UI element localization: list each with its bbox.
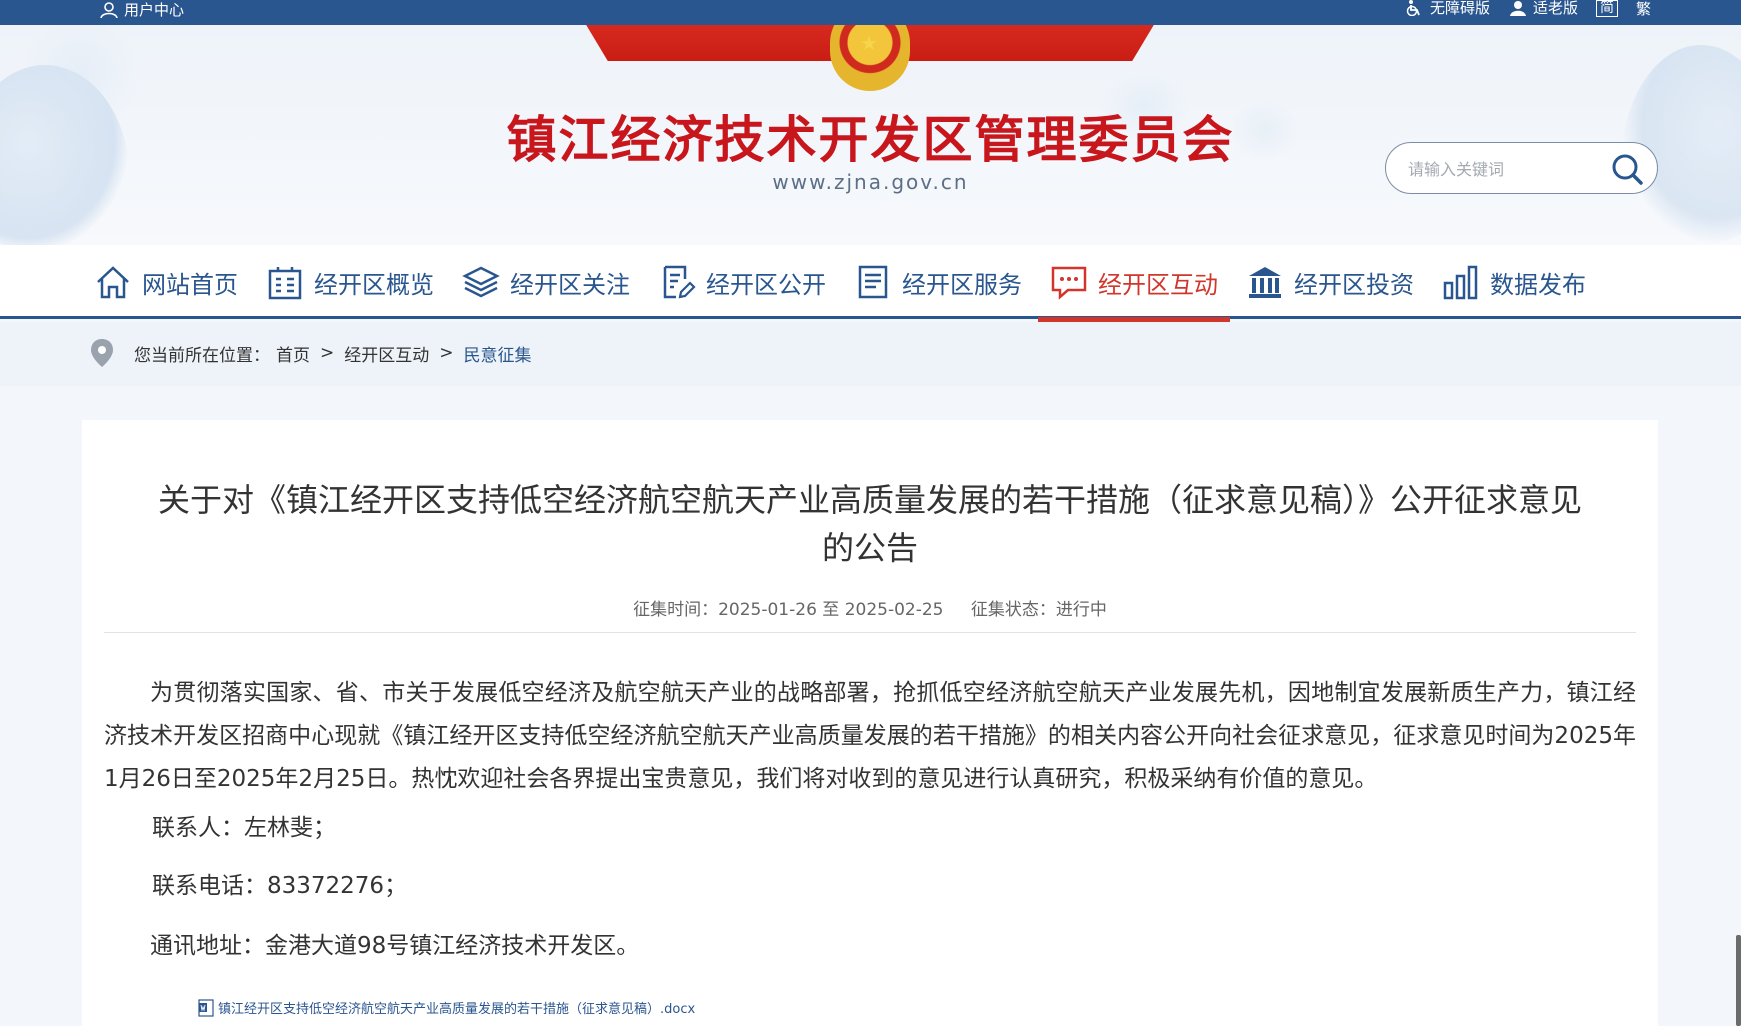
collection-status: 征集状态：进行中 bbox=[970, 600, 1107, 620]
search-box bbox=[1385, 142, 1658, 194]
list-document-icon bbox=[858, 265, 888, 299]
breadcrumb-current[interactable]: 民意征集 bbox=[464, 341, 532, 366]
nav-label: 网站首页 bbox=[142, 270, 238, 299]
person-icon bbox=[1509, 1, 1526, 16]
contact-address: 通讯地址：金港大道98号镇江经济技术开发区。 bbox=[150, 933, 640, 959]
nav-label: 经开区互动 bbox=[1098, 270, 1218, 299]
wheelchair-icon bbox=[1406, 0, 1420, 16]
breadcrumb-separator: > bbox=[320, 343, 335, 363]
nav-label: 经开区概览 bbox=[314, 270, 434, 299]
user-center-label: 用户中心 bbox=[124, 1, 185, 19]
article-panel: 关于对《镇江经开区支持低空经济航空航天产业高质量发展的若干措施（征求意见稿）》公… bbox=[82, 420, 1658, 1026]
nav-home[interactable]: 网站首页 bbox=[82, 245, 250, 319]
building-icon bbox=[268, 267, 302, 300]
elderly-label: 适老版 bbox=[1532, 0, 1578, 17]
article-meta: 征集时间：2025-01-26 至 2025-02-25 征集状态：进行中 bbox=[82, 595, 1658, 620]
scrollbar-thumb[interactable] bbox=[1736, 935, 1741, 1026]
layers-icon bbox=[462, 266, 500, 298]
word-document-icon bbox=[198, 998, 214, 1017]
nav-service[interactable]: 经开区服务 bbox=[842, 245, 1034, 319]
article-title-line: 关于对《镇江经开区支持低空经济航空航天产业高质量发展的若干措施（征求意见稿）》公… bbox=[157, 481, 1582, 519]
home-icon bbox=[97, 266, 129, 299]
accessible-version-link[interactable]: 无障碍版 bbox=[1405, 0, 1490, 16]
bank-icon bbox=[1249, 267, 1281, 298]
breadcrumb: 您当前所在位置： 首页 > 经开区互动 > 民意征集 bbox=[90, 338, 532, 368]
location-pin-icon bbox=[91, 339, 113, 367]
main-nav: 网站首页 经开区概览 经开区关注 经开区公开 经开区服务 经开区互动 经开区投资 bbox=[0, 245, 1741, 322]
search-input[interactable] bbox=[1408, 156, 1598, 182]
site-header: 镇江经济技术开发区管理委员会 www.zjna.gov.cn bbox=[0, 25, 1741, 245]
breadcrumb-home[interactable]: 首页 bbox=[276, 341, 310, 366]
user-center-link[interactable]: 用户中心 bbox=[100, 2, 184, 18]
user-icon bbox=[100, 2, 118, 18]
traditional-chinese-toggle[interactable]: 繁 bbox=[1636, 0, 1651, 19]
collection-time: 征集时间：2025-01-26 至 2025-02-25 bbox=[633, 600, 944, 620]
nav-data[interactable]: 数据发布 bbox=[1430, 245, 1598, 319]
nav-label: 经开区投资 bbox=[1294, 270, 1414, 299]
breadcrumb-prefix: 您当前所在位置： bbox=[134, 345, 270, 366]
breadcrumb-section[interactable]: 经开区互动 bbox=[344, 341, 429, 366]
nav-public[interactable]: 经开区公开 bbox=[646, 245, 838, 319]
nav-label: 经开区服务 bbox=[902, 270, 1022, 299]
divider bbox=[104, 632, 1636, 633]
national-emblem-icon bbox=[830, 25, 910, 91]
contact-person: 联系人：左林斐； bbox=[152, 815, 336, 841]
bar-chart-icon bbox=[1443, 265, 1478, 300]
breadcrumb-separator: > bbox=[439, 343, 454, 363]
nav-investment[interactable]: 经开区投资 bbox=[1234, 245, 1426, 319]
nav-label: 经开区公开 bbox=[706, 270, 826, 299]
nav-label: 经开区关注 bbox=[510, 270, 630, 299]
simplified-chinese-toggle[interactable]: 简 bbox=[1595, 0, 1618, 17]
attachment-link[interactable]: 镇江经开区支持低空经济航空航天产业高质量发展的若干措施（征求意见稿）.docx bbox=[198, 998, 695, 1017]
nav-label: 数据发布 bbox=[1490, 270, 1586, 299]
elderly-version-link[interactable]: 适老版 bbox=[1508, 0, 1578, 16]
edit-document-icon bbox=[663, 265, 696, 299]
breadcrumb-bar: 您当前所在位置： 首页 > 经开区互动 > 民意征集 bbox=[0, 322, 1741, 386]
accessible-label: 无障碍版 bbox=[1429, 0, 1490, 17]
contact-phone: 联系电话：83372276； bbox=[152, 873, 408, 899]
article-title: 关于对《镇江经开区支持低空经济航空航天产业高质量发展的若干措施（征求意见稿）》公… bbox=[104, 476, 1636, 572]
attachment-filename: 镇江经开区支持低空经济航空航天产业高质量发展的若干措施（征求意见稿）.docx bbox=[218, 1002, 696, 1017]
chat-icon bbox=[1051, 266, 1087, 300]
nav-interaction[interactable]: 经开区互动 bbox=[1038, 245, 1230, 322]
article-title-line: 的公告 bbox=[821, 529, 918, 567]
top-bar: 用户中心 无障碍版 适老版 简 繁 bbox=[0, 0, 1741, 25]
article-paragraph: 为贯彻落实国家、省、市关于发展低空经济及航空航天产业的战略部署，抢抓低空经济航空… bbox=[104, 680, 1636, 792]
nav-overview[interactable]: 经开区概览 bbox=[254, 245, 446, 319]
nav-focus[interactable]: 经开区关注 bbox=[450, 245, 642, 319]
search-icon[interactable] bbox=[1611, 153, 1643, 185]
